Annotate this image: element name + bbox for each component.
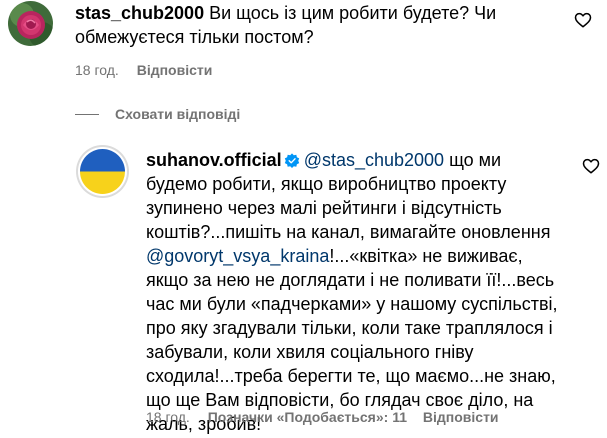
verified-badge-icon xyxy=(284,153,299,169)
rose-avatar-icon xyxy=(8,1,53,46)
avatar-stas[interactable] xyxy=(8,1,53,46)
mention-stas[interactable]: @stas_chub2000 xyxy=(304,150,444,170)
comment-text: stas_chub2000 Ви щось із цим робити буде… xyxy=(75,1,515,49)
reply-text: suhanov.official @stas_chub2000 що ми бу… xyxy=(146,148,566,436)
reply-body-part2: !...«квітка» не виживає, якщо за нею не … xyxy=(146,246,558,434)
comment-time[interactable]: 18 год. xyxy=(75,62,119,78)
divider-line xyxy=(75,113,99,115)
comment-meta: 18 год. Відповісти xyxy=(75,62,212,78)
mention-channel[interactable]: @govoryt_vsya_kraina xyxy=(146,246,329,266)
reply-button[interactable]: Відповісти xyxy=(137,62,213,78)
reply-username[interactable]: suhanov.official xyxy=(146,150,282,170)
reply-meta: 18 год. Позначки «Подобається»: 11 Відпо… xyxy=(146,409,499,425)
reply-time[interactable]: 18 год. xyxy=(146,409,190,425)
hide-replies-label[interactable]: Сховати відповіді xyxy=(115,106,240,122)
heart-icon[interactable] xyxy=(574,11,592,29)
likes-count-button[interactable]: Позначки «Подобається»: 11 xyxy=(208,409,407,425)
avatar-suhanov[interactable] xyxy=(80,149,125,194)
hide-replies-toggle[interactable]: Сховати відповіді xyxy=(75,106,240,122)
ukraine-flag-avatar-icon xyxy=(80,149,125,194)
heart-icon[interactable] xyxy=(582,157,600,175)
comment-username[interactable]: stas_chub2000 xyxy=(75,3,204,23)
reply-button[interactable]: Відповісти xyxy=(423,409,499,425)
